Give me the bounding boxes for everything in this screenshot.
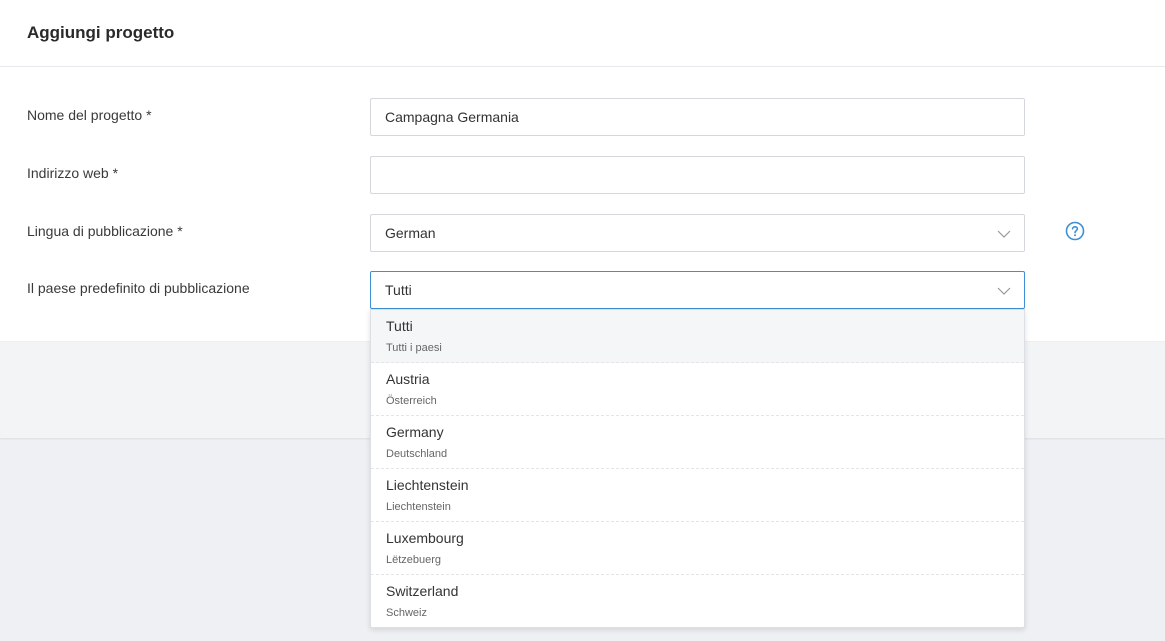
- web-address-label: Indirizzo web *: [27, 165, 119, 181]
- option-subtitle: Lëtzebuerg: [386, 554, 442, 566]
- project-name-input[interactable]: [385, 99, 1024, 135]
- country-select[interactable]: Tutti: [370, 271, 1025, 309]
- card-header: Aggiungi progetto: [0, 0, 1165, 67]
- option-subtitle: Schweiz: [386, 607, 427, 619]
- country-dropdown-menu: Tutti Tutti i paesi Austria Österreich G…: [370, 309, 1025, 628]
- option-subtitle: Liechtenstein: [386, 501, 451, 513]
- dropdown-option-germany[interactable]: Germany Deutschland: [371, 416, 1024, 469]
- project-name-field[interactable]: [370, 98, 1025, 136]
- country-label: Il paese predefinito di pubblicazione: [27, 280, 250, 296]
- dropdown-option-liechtenstein[interactable]: Liechtenstein Liechtenstein: [371, 469, 1024, 522]
- dropdown-option-tutti[interactable]: Tutti Tutti i paesi: [371, 310, 1024, 363]
- option-name: Germany: [386, 424, 444, 440]
- chevron-down-icon: [997, 287, 1011, 295]
- option-name: Tutti: [386, 318, 413, 334]
- language-select[interactable]: German: [370, 214, 1025, 252]
- option-subtitle: Tutti i paesi: [386, 342, 442, 354]
- help-circle-icon[interactable]: [1065, 221, 1085, 241]
- option-name: Liechtenstein: [386, 477, 469, 493]
- chevron-down-icon: [997, 230, 1011, 238]
- page-title: Aggiungi progetto: [27, 23, 175, 42]
- web-address-field[interactable]: [370, 156, 1025, 194]
- language-select-value: German: [385, 225, 436, 241]
- form-body: Nome del progetto * Indirizzo web * Ling…: [0, 67, 1165, 341]
- language-label: Lingua di pubblicazione *: [27, 223, 183, 239]
- web-address-input[interactable]: [385, 157, 1024, 193]
- option-name: Luxembourg: [386, 530, 464, 546]
- project-name-label: Nome del progetto *: [27, 107, 152, 123]
- option-name: Austria: [386, 371, 430, 387]
- dropdown-option-austria[interactable]: Austria Österreich: [371, 363, 1024, 416]
- option-subtitle: Österreich: [386, 395, 437, 407]
- option-subtitle: Deutschland: [386, 448, 448, 460]
- country-select-value: Tutti: [385, 282, 412, 298]
- dropdown-option-luxembourg[interactable]: Luxembourg Lëtzebuerg: [371, 522, 1024, 575]
- option-name: Switzerland: [386, 583, 459, 599]
- dropdown-option-switzerland[interactable]: Switzerland Schweiz: [371, 575, 1024, 628]
